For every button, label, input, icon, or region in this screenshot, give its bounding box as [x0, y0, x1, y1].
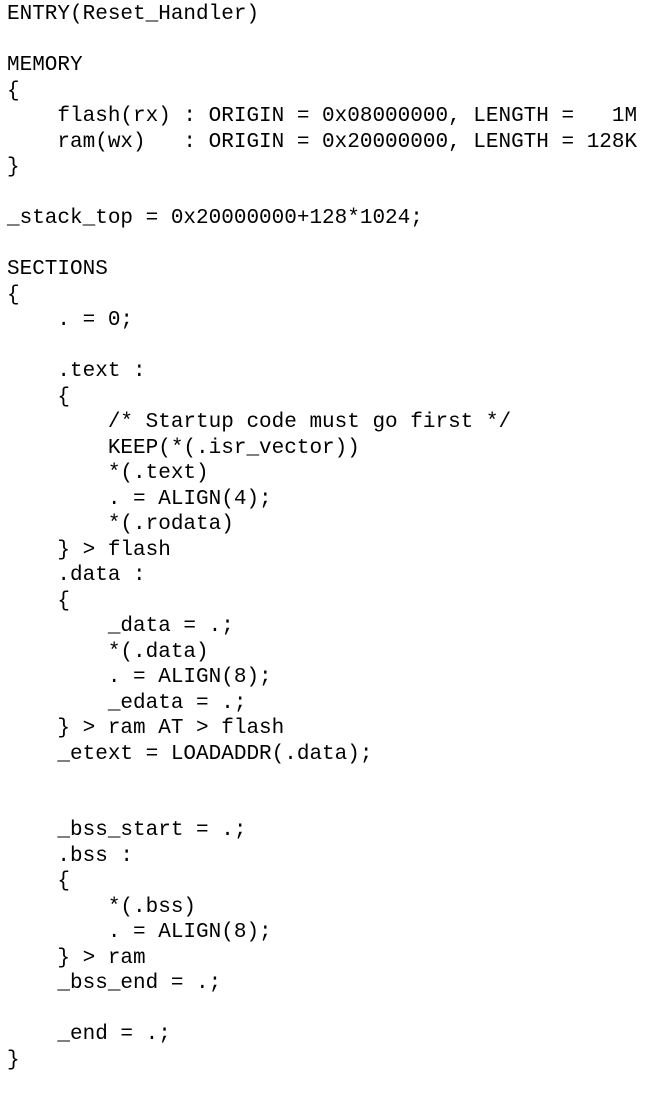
code-line: _bss_start = .;: [7, 819, 247, 842]
code-line: *(.text): [7, 462, 209, 485]
code-line: _data = .;: [7, 615, 234, 638]
code-line: {: [7, 79, 20, 103]
code-line: SECTIONS: [7, 258, 108, 281]
code-line: _etext = LOADADDR(.data);: [7, 742, 373, 766]
code-line: MEMORY: [7, 54, 83, 77]
code-line: }: [7, 1048, 20, 1072]
code-line: flash(rx) : ORIGIN = 0x08000000, LENGTH …: [7, 105, 638, 128]
code-line: *(.rodata): [7, 513, 234, 536]
code-line: } > ram: [7, 946, 146, 970]
code-line: .bss :: [7, 844, 134, 868]
code-line: {: [7, 283, 20, 307]
code-line: {: [7, 589, 71, 613]
code-line: .data :: [7, 564, 146, 587]
code-line: .text :: [7, 360, 146, 383]
code-line: _bss_end = .;: [7, 972, 222, 995]
code-line: _end = .;: [7, 1023, 171, 1046]
code-line: } > flash: [7, 538, 171, 562]
code-line: *(.data): [7, 640, 209, 664]
code-line: KEEP(*(.isr_vector)): [7, 436, 360, 460]
code-line: {: [7, 385, 71, 409]
code-line: {: [7, 870, 71, 893]
code-line: *(.bss): [7, 895, 197, 919]
code-line: . = ALIGN(8);: [7, 666, 272, 689]
code-line: /* Startup code must go first */: [7, 411, 512, 434]
code-line: _stack_top = 0x20000000+128*1024;: [7, 207, 423, 230]
linker-script-code: ENTRY(Reset_Handler) MEMORY{ flash(rx) : …: [7, 2, 647, 1073]
code-line: } > ram AT > flash: [7, 717, 285, 740]
code-line: _edata = .;: [7, 691, 247, 715]
code-line: . = 0;: [7, 309, 134, 332]
code-line: ram(wx) : ORIGIN = 0x20000000, LENGTH = …: [7, 130, 638, 154]
code-line: ENTRY(Reset_Handler): [7, 3, 260, 26]
code-line: }: [7, 156, 20, 179]
code-line: . = ALIGN(4);: [7, 487, 272, 511]
code-line: . = ALIGN(8);: [7, 921, 272, 944]
